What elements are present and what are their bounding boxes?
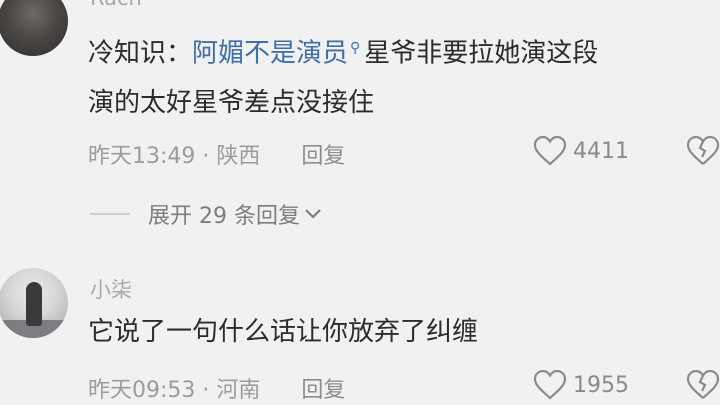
comment-location: 河南 xyxy=(216,378,261,403)
comment-content: 冷知识：阿媚不是演员 ⚲ 星爷非要拉她演这段 xyxy=(88,30,598,72)
comment-time: 昨天13:49 xyxy=(88,144,196,169)
avatar[interactable] xyxy=(0,268,68,338)
reply-button[interactable]: 回复 xyxy=(301,144,345,169)
dislike-button[interactable] xyxy=(686,369,720,404)
heart-outline-icon xyxy=(533,370,567,400)
search-icon[interactable]: ⚲ xyxy=(350,40,360,56)
reply-button[interactable]: 回复 xyxy=(301,378,345,403)
like-count: 1955 xyxy=(573,372,629,398)
comment-time: 昨天09:53 xyxy=(88,378,196,403)
search-link[interactable]: 阿媚不是演员 xyxy=(192,39,348,69)
comment-text-prefix: 冷知识： xyxy=(88,38,193,69)
dislike-button[interactable] xyxy=(686,135,720,170)
like-count: 4411 xyxy=(573,138,629,164)
comment-content-line2: 演的太好星爷差点没接住 xyxy=(88,88,375,118)
expand-replies-button[interactable]: 展开 29 条回复 xyxy=(90,198,322,230)
comment-content: 它说了一句什么话让你放弃了纠缠 xyxy=(88,317,479,347)
comment-location: 陕西 xyxy=(216,144,261,169)
comment-meta: 昨天13:49 · 陕西 回复 xyxy=(88,144,346,169)
comment-text-suffix: 星爷非要拉她演这段 xyxy=(364,38,599,69)
heart-outline-icon xyxy=(533,136,567,166)
like-button[interactable]: 4411 xyxy=(533,136,629,166)
broken-heart-icon xyxy=(686,369,720,399)
chevron-down-icon xyxy=(305,209,321,219)
avatar[interactable] xyxy=(0,0,68,56)
like-button[interactable]: 1955 xyxy=(533,370,629,400)
broken-heart-icon xyxy=(686,135,720,165)
expand-replies-label: 展开 29 条回复 xyxy=(148,204,300,229)
divider-line xyxy=(90,213,130,215)
comment-username[interactable]: Rach xyxy=(90,0,142,10)
comment-username[interactable]: 小柒 xyxy=(90,274,132,304)
comment-meta: 昨天09:53 · 河南 回复 xyxy=(88,378,346,403)
